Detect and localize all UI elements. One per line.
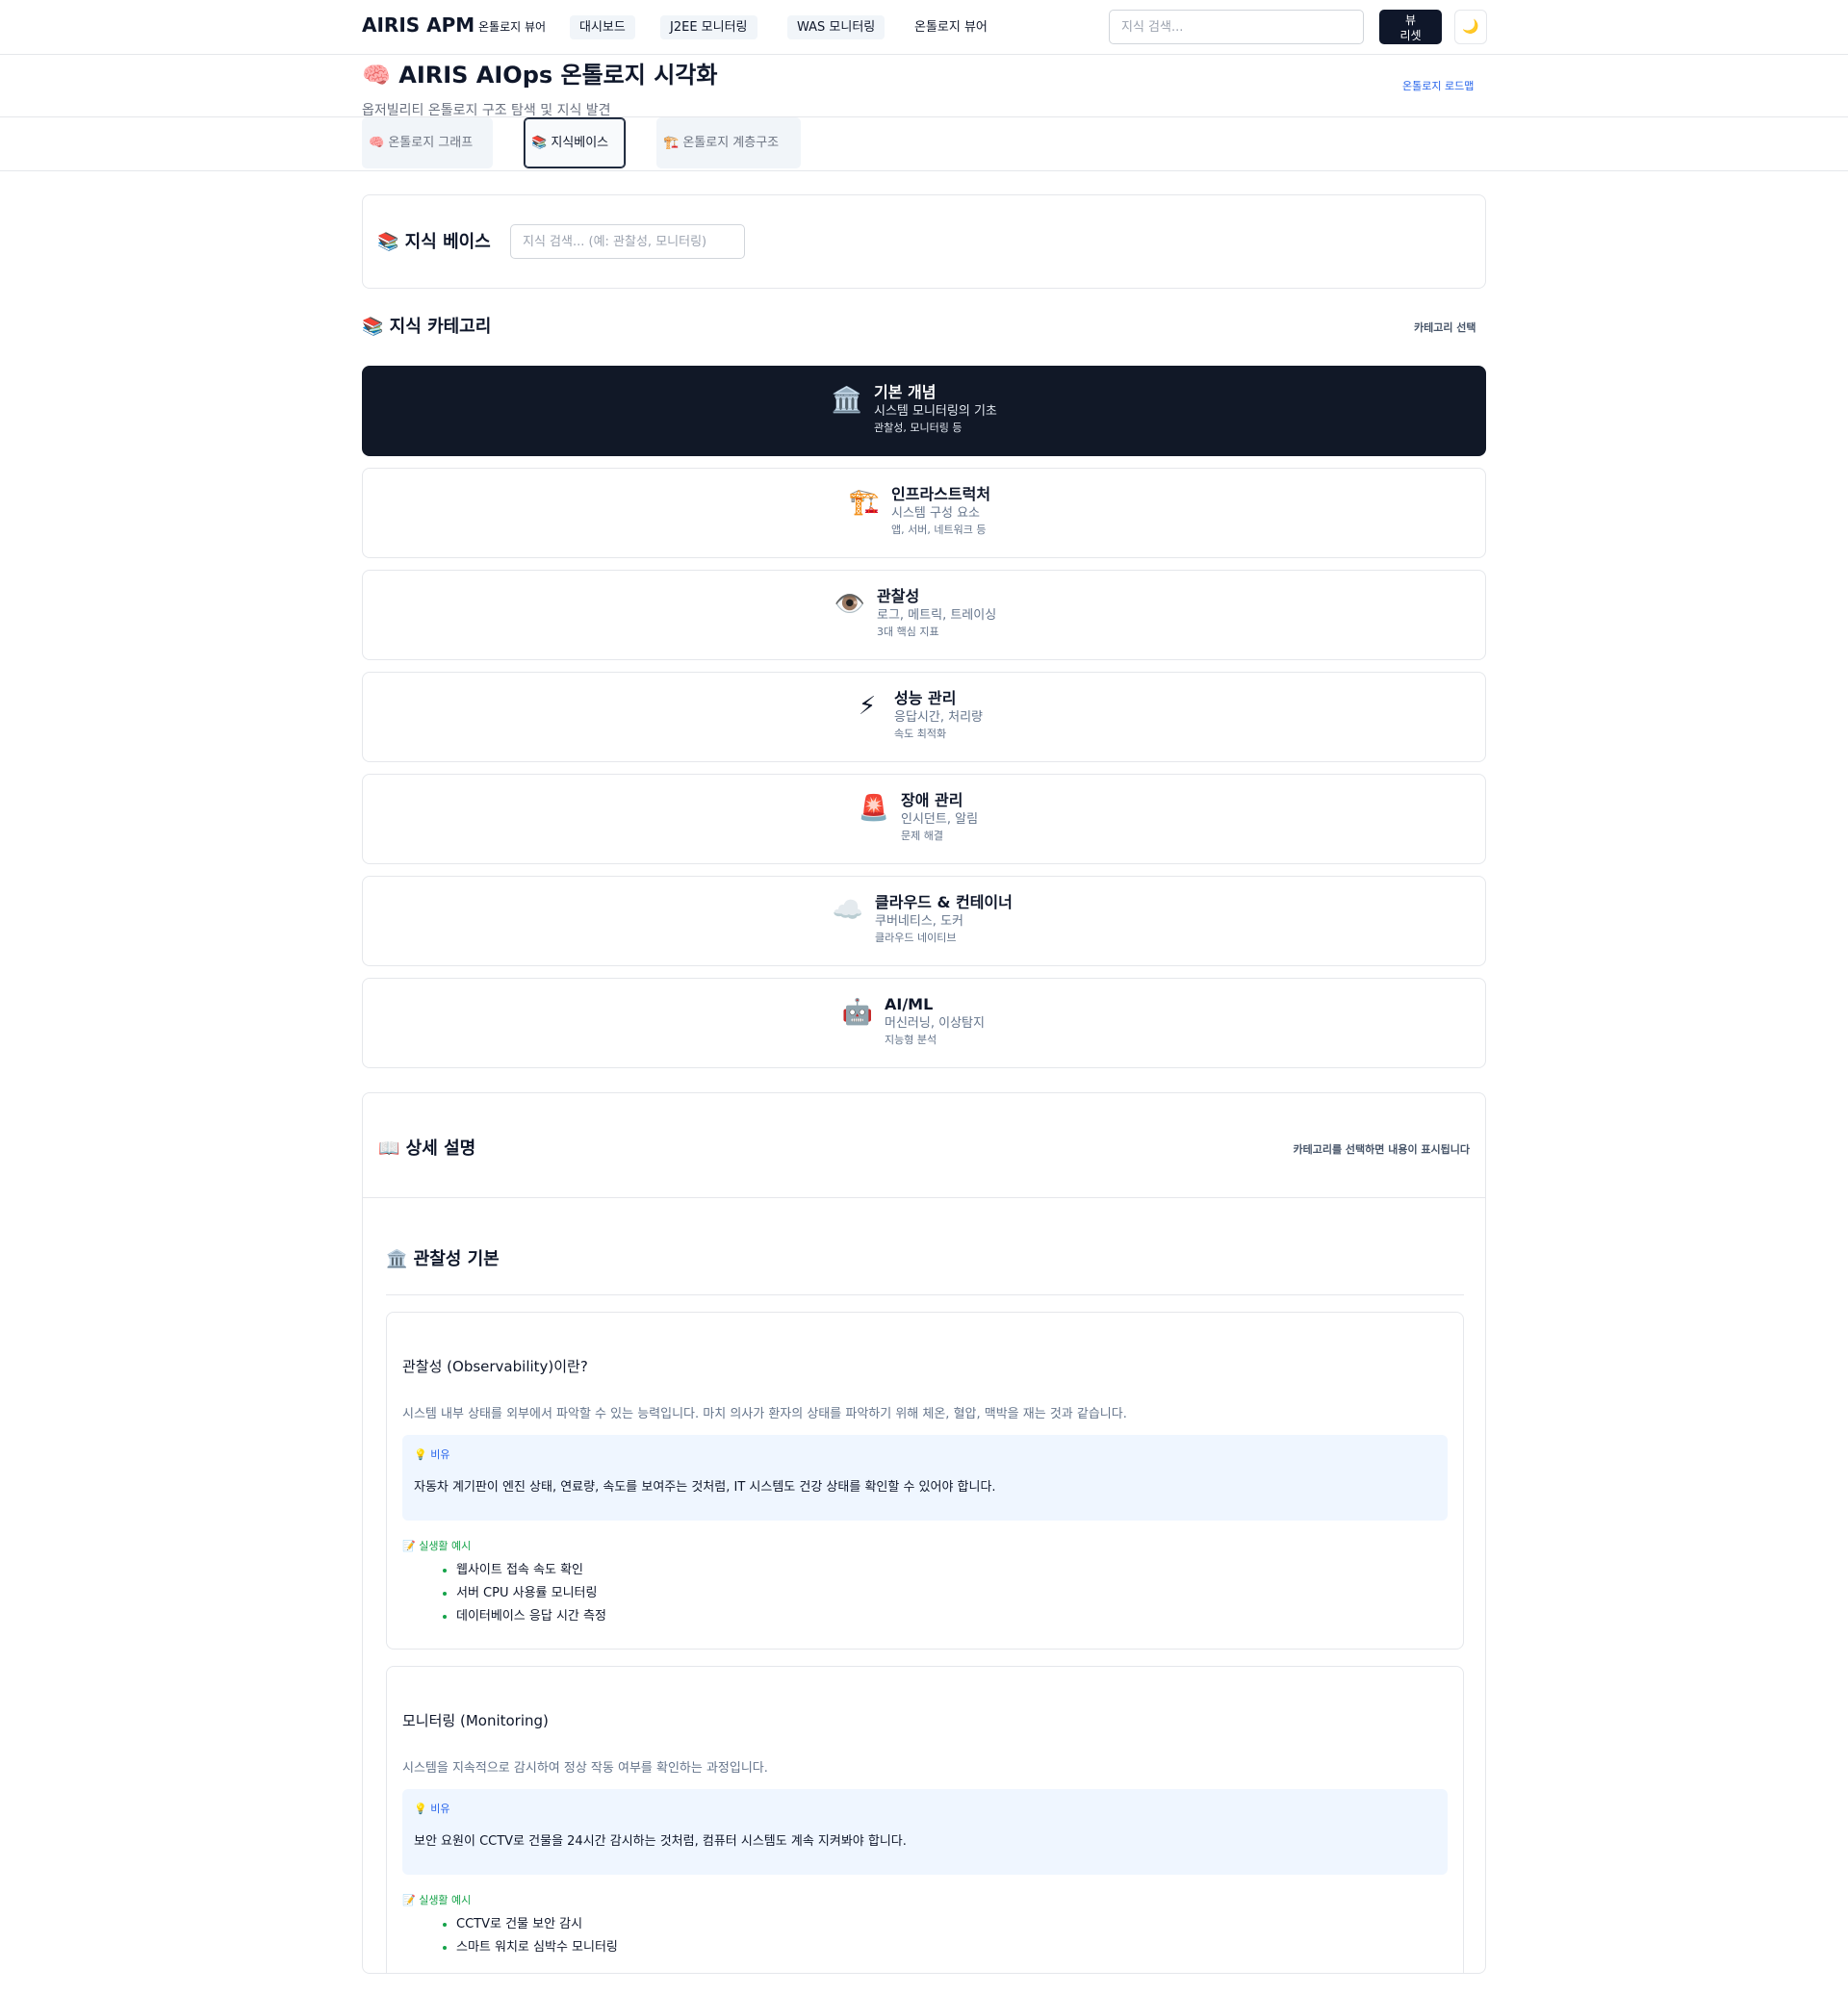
category-desc: 인시던트, 알림 <box>901 812 979 827</box>
nav-link-ontology-viewer-2[interactable]: 온톨로지 뷰어 <box>905 15 997 39</box>
tab-knowledge-base[interactable]: 📚 지식베이스 <box>524 117 626 168</box>
category-name: 기본 개념 <box>874 383 937 401</box>
category-card-observability[interactable]: 👁️ 관찰성 로그, 메트릭, 트레이싱 3대 핵심 지표 <box>362 570 1486 660</box>
list-item: 데이터베이스 응답 시간 측정 <box>443 1605 606 1628</box>
knowledge-search-input[interactable] <box>510 224 745 259</box>
tab-ontology-graph[interactable]: 🧠 온톨로지 그래프 <box>362 117 493 168</box>
category-card-cloud-container[interactable]: ☁️ 클라우드 & 컨테이너 쿠버네티스, 도커 클라우드 네이티브 <box>362 876 1486 966</box>
analogy-label: 💡 비유 <box>414 1448 450 1461</box>
example-list: CCTV로 건물 보안 감시 스마트 워치로 심박수 모니터링 <box>443 1913 618 1959</box>
example-list: 웹사이트 접속 속도 확인 서버 CPU 사용률 모니터링 데이터베이스 응답 … <box>443 1559 606 1628</box>
category-name: 관찰성 <box>877 587 920 605</box>
category-desc: 로그, 메트릭, 트레이싱 <box>877 608 997 623</box>
analogy-label: 💡 비유 <box>414 1803 450 1815</box>
cloud-icon: ☁️ <box>832 896 864 925</box>
list-item: 스마트 워치로 심박수 모니터링 <box>443 1936 618 1959</box>
detail-panel: 📖 상세 설명 카테고리를 선택하면 내용이 표시됩니다 🏛️ 관찰성 기본 관… <box>362 1092 1486 1974</box>
page-title: 🧠 AIRIS AIOps 온톨로지 시각화 <box>362 62 718 89</box>
concept-title: 관찰성 (Observability)이란? <box>402 1358 588 1375</box>
nav-link-was-monitoring[interactable]: WAS 모니터링 <box>787 15 886 39</box>
category-desc: 머신러닝, 이상탐지 <box>885 1016 985 1031</box>
category-card-basic-concepts[interactable]: 🏛️ 기본 개념 시스템 모니터링의 기초 관찰성, 모니터링 등 <box>362 366 1486 456</box>
nav-link-j2ee-monitoring[interactable]: J2EE 모니터링 <box>660 15 757 39</box>
robot-icon: 🤖 <box>841 998 874 1027</box>
concept-title: 모니터링 (Monitoring) <box>402 1712 549 1729</box>
category-tag: 문제 해결 <box>901 830 943 842</box>
tabs-row <box>0 117 1848 171</box>
concept-desc: 시스템을 지속적으로 감시하여 정상 작동 여부를 확인하는 과정입니다. <box>402 1761 768 1776</box>
top-search-input[interactable] <box>1109 10 1364 44</box>
section-title: 🏛️ 관찰성 기본 <box>386 1249 500 1269</box>
category-select-hint: 카테고리 선택 <box>1414 321 1476 334</box>
category-card-infrastructure[interactable]: 🏗️ 인프라스트럭처 시스템 구성 요소 앱, 서버, 네트워크 등 <box>362 468 1486 558</box>
category-tag: 3대 핵심 지표 <box>877 626 939 638</box>
detail-header: 📖 상세 설명 카테고리를 선택하면 내용이 표시됩니다 <box>363 1093 1485 1198</box>
category-desc: 응답시간, 처리량 <box>894 710 983 725</box>
construction-crane-icon: 🏗️ <box>848 488 881 517</box>
top-navigation: AIRIS APM 온톨로지 뷰어 대시보드 J2EE 모니터링 WAS 모니터… <box>0 0 1848 55</box>
category-name: 클라우드 & 컨테이너 <box>875 893 1013 911</box>
category-card-performance[interactable]: ⚡ 성능 관리 응답시간, 처리량 속도 최적화 <box>362 672 1486 762</box>
concept-card-monitoring: 모니터링 (Monitoring) 시스템을 지속적으로 감시하여 정상 작동 … <box>386 1666 1464 1973</box>
example-label: 📝 실생활 예시 <box>402 1894 472 1906</box>
category-tag: 지능형 분석 <box>885 1034 937 1046</box>
category-heading: 📚 지식 카테고리 <box>362 317 492 337</box>
view-reset-button[interactable]: 뷰리셋 <box>1379 10 1442 44</box>
eye-icon: 👁️ <box>834 590 866 619</box>
category-tag: 클라우드 네이티브 <box>875 932 957 944</box>
analogy-box: 💡 비유 보안 요원이 CCTV로 건물을 24시간 감시하는 것처럼, 컴퓨터… <box>402 1789 1448 1875</box>
category-desc: 시스템 모니터링의 기초 <box>874 404 997 419</box>
reset-label-line2: 리셋 <box>1399 29 1422 42</box>
category-name: AI/ML <box>885 995 934 1013</box>
category-desc: 시스템 구성 요소 <box>891 506 980 521</box>
reset-label-line1: 뷰 <box>1404 13 1417 27</box>
category-tag: 관찰성, 모니터링 등 <box>874 422 962 434</box>
analogy-text: 보안 요원이 CCTV로 건물을 24시간 감시하는 것처럼, 컴퓨터 시스템도… <box>414 1834 907 1849</box>
siren-icon: 🚨 <box>858 794 890 823</box>
brand-logo[interactable]: AIRIS APM <box>362 13 475 37</box>
category-name: 장애 관리 <box>901 791 963 809</box>
analogy-box: 💡 비유 자동차 계기판이 엔진 상태, 연료량, 속도를 보여주는 것처럼, … <box>402 1435 1448 1521</box>
analogy-text: 자동차 계기판이 엔진 상태, 연료량, 속도를 보여주는 것처럼, IT 시스… <box>414 1480 996 1495</box>
moon-icon: 🌙 <box>1462 19 1479 35</box>
nav-link-ontology-viewer[interactable]: 온톨로지 뷰어 <box>478 15 546 39</box>
category-desc: 쿠버네티스, 도커 <box>875 914 963 929</box>
category-name: 성능 관리 <box>894 689 957 707</box>
list-item: 웹사이트 접속 속도 확인 <box>443 1559 606 1582</box>
header-row <box>0 55 1848 117</box>
detail-title: 📖 상세 설명 <box>378 1138 476 1159</box>
ontology-roadmap-link[interactable]: 온톨로지 로드맵 <box>1402 78 1474 93</box>
example-label: 📝 실생활 예시 <box>402 1540 472 1552</box>
nav-link-dashboard[interactable]: 대시보드 <box>570 15 635 39</box>
category-card-incident[interactable]: 🚨 장애 관리 인시던트, 알림 문제 해결 <box>362 774 1486 864</box>
tab-ontology-hierarchy[interactable]: 🏗️ 온톨로지 계층구조 <box>656 117 801 168</box>
concept-desc: 시스템 내부 상태를 외부에서 파악할 수 있는 능력입니다. 마치 의사가 환… <box>402 1407 1127 1421</box>
theme-toggle-button[interactable]: 🌙 <box>1454 10 1487 44</box>
list-item: CCTV로 건물 보안 감시 <box>443 1913 618 1936</box>
knowledge-base-title: 📚 지식 베이스 <box>377 232 491 252</box>
list-item: 서버 CPU 사용률 모니터링 <box>443 1582 606 1605</box>
section-divider <box>386 1294 1464 1295</box>
concept-card-observability: 관찰성 (Observability)이란? 시스템 내부 상태를 외부에서 파… <box>386 1312 1464 1650</box>
page-subtitle: 옵저빌리티 온톨로지 구조 탐색 및 지식 발견 <box>362 103 611 118</box>
category-card-ai-ml[interactable]: 🤖 AI/ML 머신러닝, 이상탐지 지능형 분석 <box>362 978 1486 1068</box>
lightning-icon: ⚡ <box>858 692 877 721</box>
category-tag: 속도 최적화 <box>894 728 947 740</box>
classical-building-icon: 🏛️ <box>831 386 863 415</box>
detail-hint: 카테고리를 선택하면 내용이 표시됩니다 <box>1293 1143 1470 1156</box>
category-name: 인프라스트럭처 <box>891 485 991 503</box>
category-tag: 앱, 서버, 네트워크 등 <box>891 524 987 536</box>
